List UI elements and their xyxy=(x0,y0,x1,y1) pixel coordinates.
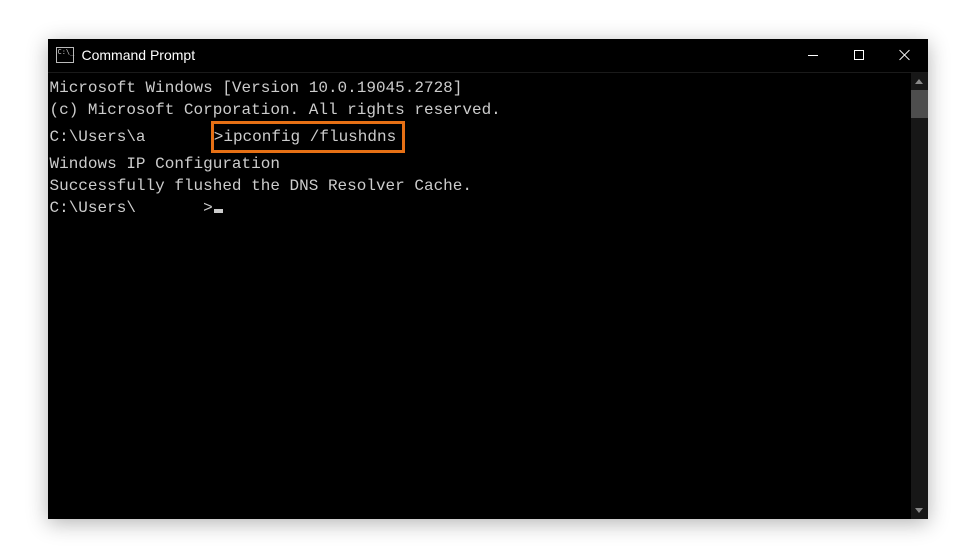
prompt-line-2: C:\Users\ > xyxy=(50,197,909,219)
entered-command: ipconfig /flushdns xyxy=(223,128,396,146)
scroll-up-arrow[interactable] xyxy=(911,73,928,90)
titlebar[interactable]: Command Prompt xyxy=(48,39,928,73)
prompt-line-1: C:\Users\a >ipconfig /flushdns xyxy=(50,121,909,153)
window-controls xyxy=(790,39,928,72)
command-highlight: >ipconfig /flushdns xyxy=(211,121,405,153)
terminal-output[interactable]: Microsoft Windows [Version 10.0.19045.27… xyxy=(48,73,911,519)
close-button[interactable] xyxy=(882,39,928,72)
prompt-separator: > xyxy=(214,128,224,146)
cmd-icon xyxy=(56,47,74,63)
content-area: Microsoft Windows [Version 10.0.19045.27… xyxy=(48,73,928,519)
vertical-scrollbar[interactable] xyxy=(911,73,928,519)
output-header: Windows IP Configuration xyxy=(50,153,909,175)
output-result: Successfully flushed the DNS Resolver Ca… xyxy=(50,175,909,197)
banner-line-2: (c) Microsoft Corporation. All rights re… xyxy=(50,99,909,121)
cursor xyxy=(214,209,223,213)
scroll-thumb[interactable] xyxy=(911,90,928,118)
prompt-path: C:\Users\a xyxy=(50,128,146,146)
command-prompt-window: Command Prompt Microsoft Windows [Versio… xyxy=(48,39,928,519)
minimize-button[interactable] xyxy=(790,39,836,72)
prompt-separator: > xyxy=(203,199,213,217)
banner-line-1: Microsoft Windows [Version 10.0.19045.27… xyxy=(50,77,909,99)
scroll-track[interactable] xyxy=(911,90,928,502)
window-title: Command Prompt xyxy=(82,47,790,63)
prompt-path: C:\Users\ xyxy=(50,199,136,217)
scroll-down-arrow[interactable] xyxy=(911,502,928,519)
maximize-button[interactable] xyxy=(836,39,882,72)
